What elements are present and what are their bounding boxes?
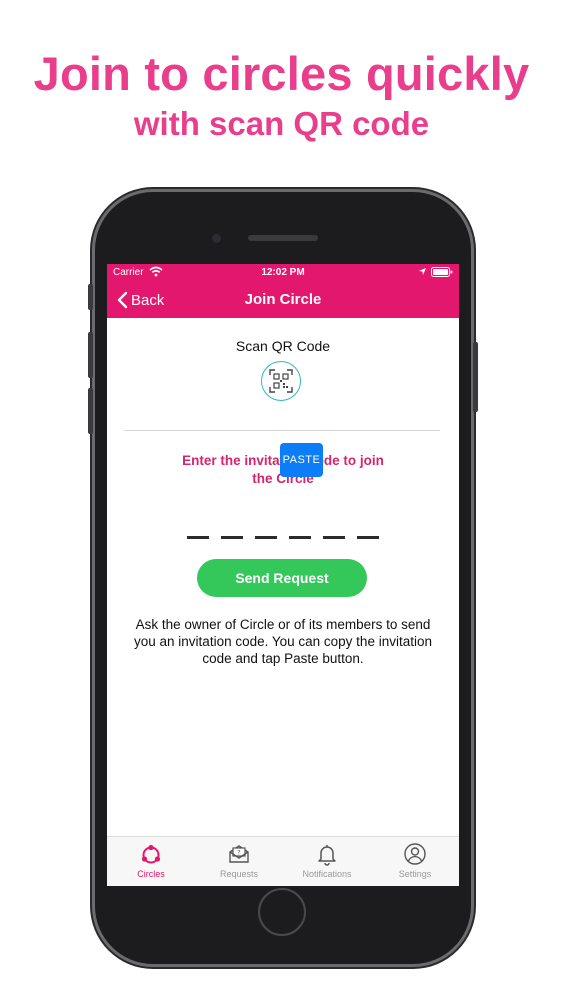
- navigation-bar: Back Join Circle: [107, 282, 459, 318]
- phone-mute-switch: [88, 284, 93, 310]
- user-icon: [404, 843, 426, 865]
- circles-icon: [141, 844, 161, 864]
- paste-button[interactable]: PASTE: [280, 443, 323, 477]
- phone-volume-down: [88, 388, 93, 434]
- scan-qr-label: Scan QR Code: [235, 338, 331, 354]
- location-arrow-icon: [418, 267, 427, 276]
- code-slot: [323, 536, 345, 539]
- tab-circles[interactable]: Circles: [107, 837, 195, 886]
- app-screen: Carrier 12:02 PM Back Join Circle Scan Q…: [107, 264, 459, 886]
- promo-subtitle: with scan QR code: [133, 105, 430, 142]
- tab-requests[interactable]: ? Requests: [195, 837, 283, 886]
- code-slot: [357, 536, 379, 539]
- tab-settings[interactable]: Settings: [371, 837, 459, 886]
- invitation-instructions: Ask the owner of Circle or of its member…: [134, 617, 432, 666]
- section-divider: [124, 430, 440, 431]
- status-time: 12:02 PM: [261, 267, 305, 278]
- tab-label: Notifications: [302, 869, 352, 879]
- promo-title: Join to circles quickly: [33, 47, 530, 100]
- battery-icon: [431, 267, 453, 277]
- qr-code-icon: [269, 369, 293, 393]
- requests-icon: ?: [229, 845, 249, 863]
- bell-icon: [318, 845, 336, 866]
- home-button[interactable]: [258, 888, 306, 936]
- svg-text:?: ?: [237, 850, 240, 857]
- tab-label: Requests: [219, 869, 259, 879]
- front-camera: [212, 234, 221, 243]
- screen-title: Join Circle: [244, 291, 322, 308]
- code-slot: [255, 536, 277, 539]
- code-slot: [187, 536, 209, 539]
- app-header: Carrier 12:02 PM Back Join Circle: [107, 264, 459, 318]
- tab-label: Settings: [398, 869, 432, 879]
- tab-bar: Circles ? Requests Notifications Setting…: [107, 836, 459, 886]
- code-slot: [221, 536, 243, 539]
- code-slot: [289, 536, 311, 539]
- invitation-code-input[interactable]: [187, 536, 391, 539]
- tab-notifications[interactable]: Notifications: [283, 837, 371, 886]
- send-request-button[interactable]: Send Request: [197, 559, 367, 597]
- scan-qr-button[interactable]: [261, 361, 301, 401]
- phone-frame: Carrier 12:02 PM Back Join Circle Scan Q…: [88, 192, 478, 964]
- phone-power-button: [473, 342, 478, 412]
- tab-label: Circles: [137, 869, 165, 879]
- earpiece-speaker: [248, 235, 318, 241]
- status-bar: Carrier 12:02 PM: [107, 264, 459, 282]
- phone-volume-up: [88, 332, 93, 378]
